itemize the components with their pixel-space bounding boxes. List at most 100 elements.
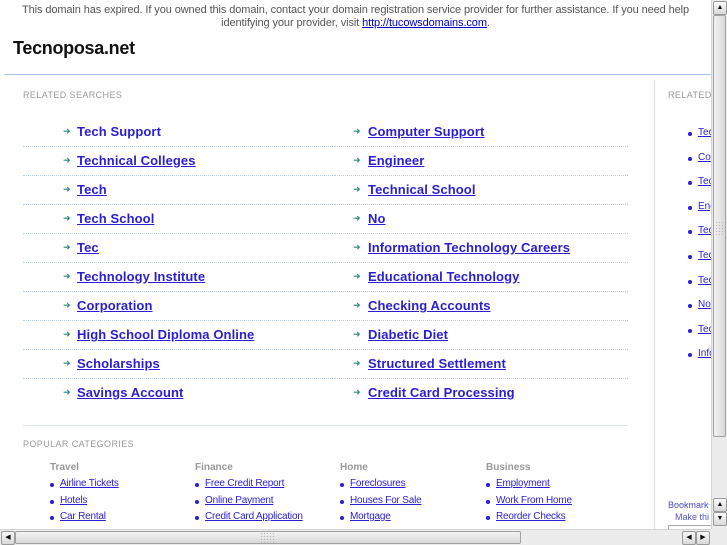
section-divider <box>23 425 628 426</box>
bullet-icon <box>340 483 344 487</box>
arrow-right-icon: ➜ <box>353 213 361 223</box>
related-search-link[interactable]: Diabetic Diet <box>368 327 448 342</box>
arrow-right-icon: ➜ <box>63 387 71 397</box>
related-search-link[interactable]: Corporation <box>77 298 152 313</box>
grip-icon <box>260 532 274 544</box>
sidebar-link[interactable]: Tec <box>698 324 711 335</box>
related-search-link[interactable]: Structured Settlement <box>368 356 506 371</box>
bullet-icon <box>688 328 692 333</box>
header-divider <box>4 74 711 75</box>
category-link[interactable]: Credit Card Application <box>205 511 303 522</box>
sidebar: RELATED Tec Co Tec Eng Tec Tec Tec No Tec Info Bo… <box>655 80 711 529</box>
category-link[interactable]: Airline Tickets <box>60 478 119 489</box>
make-homepage-link[interactable]: Make thi <box>675 512 709 522</box>
related-search-link[interactable]: Scholarships <box>77 356 160 371</box>
horizontal-scroll-thumb[interactable] <box>15 531 521 544</box>
category-link[interactable]: Work From Home <box>496 495 572 506</box>
bullet-icon <box>486 483 490 487</box>
scroll-down-arrow-icon[interactable]: ▼ <box>713 512 727 526</box>
sidebar-link[interactable]: Info <box>698 348 711 359</box>
sidebar-link[interactable]: Tec <box>698 176 711 187</box>
related-search-item: ➜ No <box>335 205 628 234</box>
bullet-icon <box>688 279 692 284</box>
bullet-icon <box>195 516 199 520</box>
sidebar-link[interactable]: Co <box>698 152 711 163</box>
related-search-item: ➜ Corporation <box>23 292 335 321</box>
category-link[interactable]: Car Rental <box>60 511 106 522</box>
tucows-link[interactable]: http://tucowsdomains.com <box>362 17 487 29</box>
category-title: Travel <box>50 462 79 473</box>
related-search-link[interactable]: Engineer <box>368 153 424 168</box>
arrow-right-icon: ➜ <box>353 300 361 310</box>
related-search-item: ➜ Credit Card Processing <box>335 379 628 407</box>
vertical-scroll-thumb[interactable] <box>713 15 726 437</box>
arrow-right-icon: ➜ <box>353 184 361 194</box>
notice-text: This domain has expired. If you owned th… <box>21 4 690 29</box>
arrow-right-icon: ➜ <box>63 184 71 194</box>
scroll-right-arrow-icon[interactable]: ▶ <box>696 531 710 545</box>
scroll-left-arrow-right-icon[interactable]: ◀ <box>682 531 696 545</box>
related-search-link[interactable]: Technology Institute <box>77 269 205 284</box>
related-search-item: ➜ Checking Accounts <box>335 292 628 321</box>
related-search-link[interactable]: High School Diploma Online <box>77 327 254 342</box>
bullet-icon <box>688 181 692 186</box>
arrow-right-icon: ➜ <box>63 358 71 368</box>
sidebar-link[interactable]: Tec <box>698 275 711 286</box>
arrow-right-icon: ➜ <box>353 387 361 397</box>
related-search-link[interactable]: Technical School <box>368 182 476 197</box>
related-search-link[interactable]: Computer Support <box>368 124 484 139</box>
category-link[interactable]: Hotels <box>60 495 87 506</box>
category-link[interactable]: Houses For Sale <box>350 495 422 506</box>
bullet-icon <box>688 304 692 309</box>
sidebar-link[interactable]: Tec <box>698 225 711 236</box>
related-search-link[interactable]: No <box>368 211 386 226</box>
arrow-right-icon: ➜ <box>353 271 361 281</box>
related-search-link[interactable]: Savings Account <box>77 385 183 400</box>
arrow-right-icon: ➜ <box>63 242 71 252</box>
related-search-item: ➜ Information Technology Careers <box>335 234 628 263</box>
bullet-icon <box>688 255 692 259</box>
scroll-left-arrow-icon[interactable]: ◀ <box>1 531 15 545</box>
category-link[interactable]: Online Payment <box>205 495 274 506</box>
category-link[interactable]: Free Credit Report <box>205 478 284 489</box>
related-search-item: ➜ Tech <box>23 176 335 205</box>
category-list-item: Employment <box>486 478 626 495</box>
related-search-link[interactable]: Tech School <box>77 211 154 226</box>
category-link[interactable]: Foreclosures <box>350 478 406 489</box>
scroll-up-arrow-bottom-icon[interactable]: ▲ <box>713 498 727 512</box>
category-list-item: Credit Card Application <box>195 511 335 528</box>
arrow-right-icon: ➜ <box>63 126 71 136</box>
related-search-link[interactable]: Checking Accounts <box>368 298 491 313</box>
related-search-link[interactable]: Tech <box>77 182 107 197</box>
related-search-item: ➜ Savings Account <box>23 379 335 407</box>
bullet-icon <box>688 132 692 136</box>
category-title: Business <box>486 462 531 473</box>
arrow-right-icon: ➜ <box>353 155 361 165</box>
related-search-item: ➜ Tec <box>23 234 335 263</box>
category-link[interactable]: Reorder Checks <box>496 511 566 522</box>
related-search-item: ➜ Tech Support <box>23 118 335 147</box>
related-search-item: ➜ Engineer <box>335 147 628 176</box>
category-link[interactable]: Mortgage <box>350 511 391 522</box>
related-search-link[interactable]: Information Technology Careers <box>368 240 570 255</box>
sidebar-link[interactable]: No <box>698 299 711 310</box>
related-search-link[interactable]: Educational Technology <box>368 269 519 284</box>
horizontal-scrollbar[interactable]: ◀ ◀ ▶ <box>0 529 711 545</box>
related-search-item: ➜ High School Diploma Online <box>23 321 335 350</box>
sidebar-link[interactable]: Tec <box>698 250 711 261</box>
related-search-link[interactable]: Tec <box>77 240 99 255</box>
related-search-link[interactable]: Tech Support <box>77 124 161 139</box>
sidebar-link[interactable]: Tec <box>698 127 711 138</box>
vertical-scrollbar[interactable]: ▲ ▲ ▼ <box>711 0 727 529</box>
related-search-link[interactable]: Technical Colleges <box>77 153 196 168</box>
category-travel: Travel Airline Tickets Hotels Car Rental <box>50 462 190 528</box>
bullet-icon <box>486 516 490 520</box>
bullet-icon <box>486 499 490 504</box>
sidebar-link[interactable]: Eng <box>698 201 711 212</box>
related-search-link[interactable]: Credit Card Processing <box>368 385 515 400</box>
bookmark-link[interactable]: Bookmark <box>668 500 709 510</box>
category-home: Home Foreclosures Houses For Sale Mortgage <box>340 462 480 528</box>
scroll-up-arrow-icon[interactable]: ▲ <box>713 1 727 15</box>
category-link[interactable]: Employment <box>496 478 550 489</box>
bullet-icon <box>195 499 199 504</box>
